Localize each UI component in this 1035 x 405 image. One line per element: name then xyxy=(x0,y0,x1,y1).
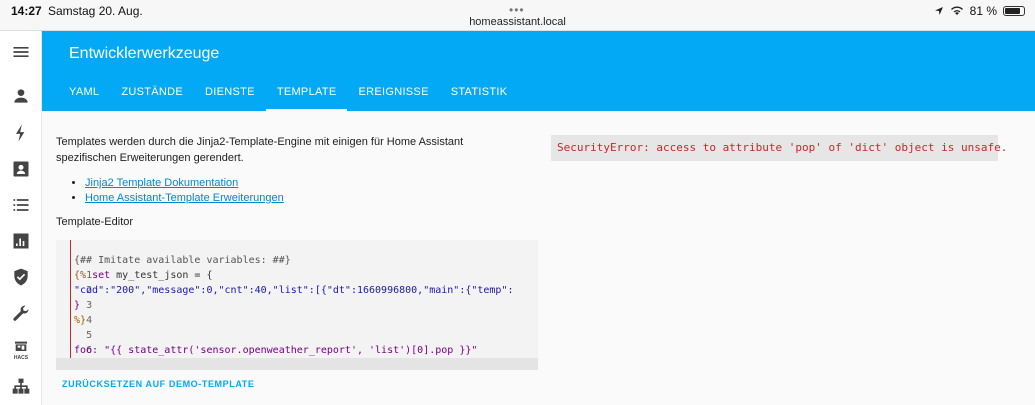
page-title: Entwicklerwerkzeuge xyxy=(69,45,220,62)
shield-check-icon[interactable] xyxy=(10,266,32,288)
code-line: 6 xyxy=(86,345,93,356)
lightning-icon[interactable] xyxy=(10,122,32,144)
doc-links: Jinja2 Template Dokumentation Home Assis… xyxy=(72,176,284,206)
bar-chart-icon[interactable] xyxy=(10,230,32,252)
list-item: Jinja2 Template Dokumentation xyxy=(85,176,284,191)
code-line: 5 %} xyxy=(74,315,93,341)
code-line: 2 {% set my_test_json = { xyxy=(74,270,213,296)
menu-icon[interactable] xyxy=(10,41,32,63)
wifi-icon xyxy=(950,6,963,15)
template-description: Templates werden durch die Jinja2-Templa… xyxy=(56,136,464,164)
ha-template-extensions-link[interactable]: Home Assistant-Template Erweiterungen xyxy=(85,192,284,204)
tab-template[interactable]: TEMPLATE xyxy=(265,76,348,111)
list-item: Home Assistant-Template Erweiterungen xyxy=(85,191,284,206)
tab-bar: YAML ZUSTÄNDE DIENSTE TEMPLATE EREIGNISS… xyxy=(58,76,518,111)
tab-services[interactable]: DIENSTE xyxy=(194,76,266,111)
address-bar[interactable]: homeassistant.local xyxy=(0,16,1035,28)
person-icon[interactable] xyxy=(10,85,32,107)
wrench-icon[interactable] xyxy=(10,303,32,325)
location-icon xyxy=(934,7,943,15)
code-line: 4 } xyxy=(74,300,93,326)
battery-percent: 81 % xyxy=(969,4,997,18)
sidebar: HACS xyxy=(0,31,42,405)
account-box-icon[interactable] xyxy=(10,158,32,180)
tab-events[interactable]: EREIGNISSE xyxy=(347,76,439,111)
jinja2-docs-link[interactable]: Jinja2 Template Dokumentation xyxy=(85,177,238,189)
code-line: 1 {## Imitate available variables: ##} xyxy=(74,255,291,281)
template-editor[interactable]: 1 {## Imitate available variables: ##} 2… xyxy=(56,240,538,370)
sitemap-icon[interactable] xyxy=(10,376,32,398)
hacs-icon[interactable]: HACS xyxy=(10,337,32,363)
battery-icon xyxy=(1003,6,1025,16)
code-line: 3 "cod":"200","message":0,"cnt":40,"list… xyxy=(74,285,514,311)
code-line-current: 8 xyxy=(56,358,538,370)
tab-yaml[interactable]: YAML xyxy=(58,76,110,111)
app-header: Entwicklerwerkzeuge YAML ZUSTÄNDE DIENST… xyxy=(42,31,1035,111)
template-editor-label: Template-Editor xyxy=(56,216,134,228)
status-bar: 14:27 Samstag 20. Aug. ••• homeassistant… xyxy=(0,0,1035,31)
browser-more-icon[interactable]: ••• xyxy=(509,3,525,17)
tab-states[interactable]: ZUSTÄNDE xyxy=(110,76,194,111)
list-icon[interactable] xyxy=(10,194,32,216)
template-error-output: SecurityError: access to attribute 'pop'… xyxy=(551,135,1007,161)
tab-statistics[interactable]: STATISTIK xyxy=(440,76,519,111)
reset-to-demo-template-button[interactable]: ZURÜCKSETZEN AUF DEMO-TEMPLATE xyxy=(62,379,255,389)
hacs-label: HACS xyxy=(13,355,29,361)
status-indicators: 81 % xyxy=(934,4,1025,18)
code-line: 7 foo: "{{ state_attr('sensor.openweathe… xyxy=(74,345,478,370)
